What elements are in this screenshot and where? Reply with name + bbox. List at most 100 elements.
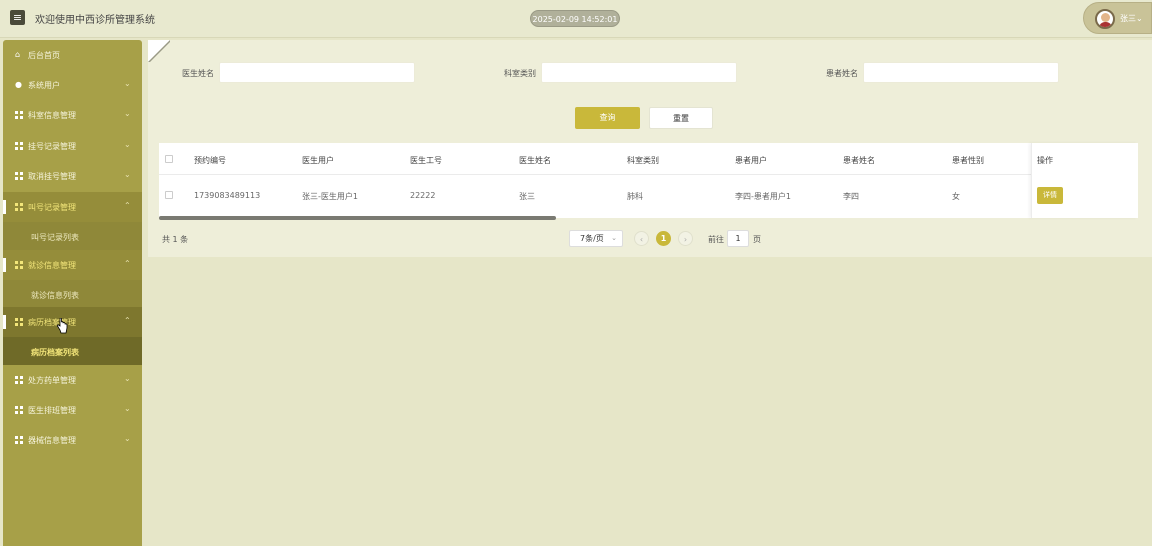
- sidebar-item-departments[interactable]: 科室信息管理 ⌄: [3, 100, 142, 130]
- table-row[interactable]: 1739083489113 张三-医生用户1 22222 张三 肺科 李四-患者…: [159, 175, 1138, 215]
- column-header: 医生用户: [302, 156, 334, 165]
- grid-icon: [15, 261, 23, 269]
- select-all-checkbox[interactable]: [165, 155, 173, 163]
- grid-icon: [15, 172, 23, 180]
- chevron-down-icon: ⌄: [124, 404, 131, 413]
- goto-page-input[interactable]: 1: [727, 230, 749, 247]
- sidebar-item-label: 科室信息管理: [28, 111, 76, 120]
- chevron-down-icon: ⌄: [611, 234, 617, 242]
- sidebar-item-registrations[interactable]: 挂号记录管理 ⌄: [3, 131, 142, 161]
- sidebar-subitem-label: 就诊信息列表: [31, 291, 79, 300]
- main-panel: 医生姓名 科室类别 患者姓名 查询 重置 预约编号 医生用户 医生工号 医生姓名…: [148, 40, 1152, 257]
- patient-name-input[interactable]: [863, 62, 1059, 83]
- chevron-down-icon: ⌄: [124, 434, 131, 443]
- table-cell: 张三-医生用户1: [302, 192, 358, 201]
- sidebar-item-call-records[interactable]: 叫号记录管理 ⌃: [3, 192, 142, 222]
- table-header: 预约编号 医生用户 医生工号 医生姓名 科室类别 患者用户 患者姓名 患者性别: [159, 143, 1138, 175]
- sidebar-item-label: 器械信息管理: [28, 436, 76, 445]
- sidebar-item-equipment[interactable]: 器械信息管理 ⌄: [3, 425, 142, 455]
- prev-page-button[interactable]: ‹: [634, 231, 649, 246]
- user-menu[interactable]: 张三⌄: [1083, 2, 1152, 34]
- home-icon: ⌂: [15, 50, 21, 59]
- chevron-down-icon: ⌄: [124, 374, 131, 383]
- sidebar-item-medical-records[interactable]: 病历档案管理 ⌃: [3, 307, 142, 337]
- column-header: 科室类别: [627, 156, 659, 165]
- column-header: 医生工号: [410, 156, 442, 165]
- reset-button[interactable]: 重置: [649, 107, 713, 129]
- user-icon: ●: [15, 80, 22, 89]
- sidebar-item-label: 系统用户: [28, 81, 60, 90]
- detail-button[interactable]: 详情: [1037, 187, 1063, 204]
- sidebar-item-home[interactable]: ⌂ 后台首页: [3, 40, 142, 70]
- grid-icon: [15, 203, 23, 211]
- column-header: 操作: [1037, 156, 1053, 165]
- page-number-button[interactable]: 1: [656, 231, 671, 246]
- clock-badge: 2025-02-09 14:52:01: [530, 10, 620, 27]
- table-cell: 肺科: [627, 192, 643, 201]
- search-button[interactable]: 查询: [575, 107, 640, 129]
- total-count: 共 1 条: [162, 235, 189, 244]
- goto-label: 前往: [708, 235, 724, 244]
- column-header: 预约编号: [194, 156, 226, 165]
- records-table: 预约编号 医生用户 医生工号 医生姓名 科室类别 患者用户 患者姓名 患者性别 …: [159, 143, 1138, 218]
- user-name: 张三⌄: [1120, 13, 1143, 24]
- column-header: 医生姓名: [519, 156, 551, 165]
- page-size-value: 7条/页: [580, 234, 604, 243]
- row-checkbox[interactable]: [165, 191, 173, 199]
- sidebar-item-system-users[interactable]: ● 系统用户 ⌄: [3, 70, 142, 100]
- table-cell: 张三: [519, 192, 535, 201]
- top-header: ≡ 欢迎使用中西诊所管理系统 2025-02-09 14:52:01 张三⌄: [0, 0, 1152, 38]
- chevron-down-icon: ⌄: [124, 109, 131, 118]
- horizontal-scrollbar[interactable]: [159, 216, 556, 220]
- doctor-name-input[interactable]: [219, 62, 415, 83]
- table-cell: 李四: [843, 192, 859, 201]
- grid-icon: [15, 376, 23, 384]
- chevron-up-icon: ⌃: [124, 316, 131, 325]
- sidebar-item-label: 医生排班管理: [28, 406, 76, 415]
- grid-icon: [15, 436, 23, 444]
- chevron-down-icon: ⌄: [124, 79, 131, 88]
- grid-icon: [15, 318, 23, 326]
- sidebar-subitem-medical-record-list[interactable]: 病历档案列表: [3, 337, 142, 365]
- goto-unit: 页: [753, 235, 761, 244]
- sidebar-subitem-label: 病历档案列表: [31, 348, 79, 357]
- doctor-name-label: 医生姓名: [182, 69, 214, 78]
- grid-icon: [15, 142, 23, 150]
- department-input[interactable]: [541, 62, 737, 83]
- table-cell: 女: [952, 192, 960, 201]
- avatar[interactable]: [1095, 9, 1115, 29]
- sidebar-item-prescriptions[interactable]: 处方药单管理 ⌄: [3, 365, 142, 395]
- sidebar-item-label: 处方药单管理: [28, 376, 76, 385]
- department-label: 科室类别: [504, 69, 536, 78]
- grid-icon: [15, 406, 23, 414]
- chevron-up-icon: ⌃: [124, 259, 131, 268]
- page-corner-icon: [148, 40, 170, 62]
- chevron-up-icon: ⌃: [124, 201, 131, 210]
- sidebar-subitem-call-record-list[interactable]: 叫号记录列表: [3, 222, 142, 250]
- column-header: 患者姓名: [843, 156, 875, 165]
- sidebar-subitem-label: 叫号记录列表: [31, 233, 79, 242]
- sidebar-item-cancel-registrations[interactable]: 取消挂号管理 ⌄: [3, 161, 142, 191]
- sidebar: ⌂ 后台首页 ● 系统用户 ⌄ 科室信息管理 ⌄ 挂号记录管理 ⌄ 取消挂号管理…: [3, 40, 142, 546]
- sidebar-item-doctor-schedule[interactable]: 医生排班管理 ⌄: [3, 395, 142, 425]
- page-size-select[interactable]: 7条/页 ⌄: [569, 230, 623, 247]
- hand-cursor-icon: [56, 318, 68, 334]
- sidebar-item-visits[interactable]: 就诊信息管理 ⌃: [3, 250, 142, 280]
- sidebar-item-label: 就诊信息管理: [28, 261, 76, 270]
- table-cell: 李四-患者用户1: [735, 192, 791, 201]
- chevron-down-icon: ⌄: [124, 140, 131, 149]
- chevron-down-icon: ⌄: [124, 170, 131, 179]
- sidebar-subitem-visit-list[interactable]: 就诊信息列表: [3, 280, 142, 308]
- sidebar-item-label: 病历档案管理: [28, 318, 76, 327]
- sidebar-item-label: 挂号记录管理: [28, 142, 76, 151]
- grid-icon: [15, 111, 23, 119]
- column-header: 患者用户: [735, 156, 767, 165]
- operations-column: 操作 详情: [1031, 143, 1138, 218]
- column-header: 患者性别: [952, 156, 984, 165]
- user-name-text: 张三: [1120, 14, 1136, 23]
- table-cell: 22222: [410, 191, 436, 200]
- menu-icon[interactable]: ≡: [10, 10, 25, 25]
- table-cell: 1739083489113: [194, 191, 261, 200]
- sidebar-item-label: 后台首页: [28, 51, 60, 60]
- next-page-button[interactable]: ›: [678, 231, 693, 246]
